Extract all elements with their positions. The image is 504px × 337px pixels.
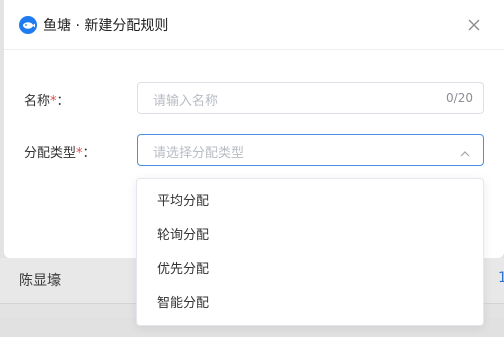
name-label-text: 名称: [24, 94, 51, 109]
dropdown-option-average[interactable]: 平均分配: [137, 185, 483, 219]
chevron-up-icon[interactable]: [459, 145, 471, 157]
label-colon: ：: [56, 94, 70, 109]
allocation-type-select[interactable]: 请选择分配类型: [137, 134, 484, 166]
name-label: 名称*：: [24, 90, 70, 109]
dialog-header: 鱼塘 · 新建分配规则: [4, 0, 504, 50]
name-input-placeholder: 请输入名称: [153, 94, 219, 109]
label-colon: ：: [82, 146, 96, 161]
fishpond-logo-icon: [19, 16, 37, 34]
type-label-text: 分配类型: [24, 146, 77, 161]
name-input[interactable]: 请输入名称 0/20: [137, 82, 484, 114]
close-icon[interactable]: [466, 17, 482, 33]
dropdown-option-round-robin[interactable]: 轮询分配: [137, 219, 483, 253]
dropdown-option-priority[interactable]: 优先分配: [137, 253, 483, 287]
allocation-type-dropdown: 平均分配 轮询分配 优先分配 智能分配: [136, 178, 484, 326]
background-row-link: 1: [498, 270, 504, 286]
allocation-type-placeholder: 请选择分配类型: [153, 146, 245, 161]
name-char-counter: 0/20: [446, 91, 473, 105]
type-label: 分配类型*：: [24, 142, 96, 161]
dialog-title: 鱼塘 · 新建分配规则: [43, 18, 169, 34]
background-row-name: 陈显壕: [19, 273, 61, 289]
dropdown-option-smart[interactable]: 智能分配: [137, 287, 483, 321]
screen: 陈显壕 1 鱼塘 · 新建分配规则 名称*： 请输入名称 0/20 分配类型*：…: [0, 0, 504, 337]
